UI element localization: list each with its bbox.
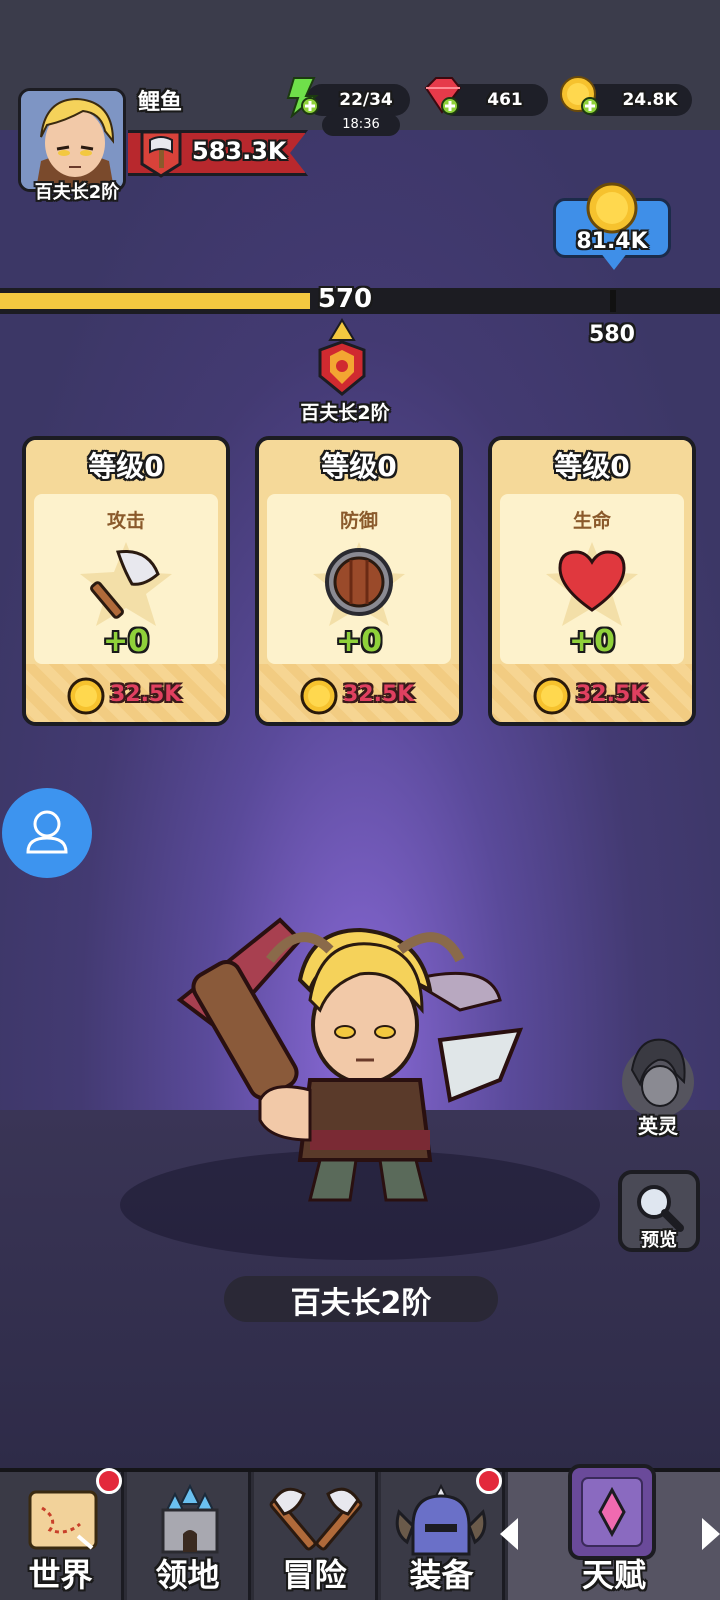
user-icon: [26, 810, 68, 854]
nav-world-badge: [96, 1468, 122, 1494]
gold-coin-icon: [533, 677, 571, 715]
power-axe-icon: [140, 130, 182, 178]
upgrade-card-attack[interactable]: 等级0 攻击 +0 32.5K: [22, 436, 230, 726]
nav-scroll-left-icon[interactable]: [500, 1518, 518, 1550]
card-stat-name: 防御: [339, 510, 378, 532]
gold-coin-icon: [300, 677, 338, 715]
card-stat-name: 攻击: [106, 510, 145, 532]
card-cost: 32.5K: [576, 682, 648, 707]
gold-coin-icon: [67, 677, 105, 715]
nav-label: 装备: [409, 1556, 474, 1594]
stamina-value: 22/34: [339, 90, 393, 110]
gold-add-icon[interactable]: [558, 74, 604, 118]
card-body: 攻击 +0: [34, 494, 218, 664]
shield-icon: [325, 548, 393, 616]
nav-talent[interactable]: 天赋: [508, 1464, 720, 1600]
stamina-add-icon[interactable]: [284, 74, 324, 118]
gems-value: 461: [487, 90, 523, 110]
gold-value: 24.8K: [622, 90, 678, 110]
gem-add-icon[interactable]: [420, 74, 464, 118]
card-cost: 32.5K: [110, 682, 182, 707]
nav-equipment-badge: [476, 1468, 502, 1494]
upgrade-card-health[interactable]: 等级0 生命 +0 32.5K: [488, 436, 696, 726]
rank-progress-next: 580: [589, 322, 635, 347]
upgrade-card-defense[interactable]: 等级0 防御 +0 32.5K: [255, 436, 463, 726]
talent-book-icon: [568, 1464, 656, 1560]
map-scroll-icon: [28, 1490, 98, 1550]
hero-spirit-label: 英灵: [638, 1114, 678, 1138]
nav-label: 领地: [155, 1556, 220, 1594]
gold-collect-amount: 81.4K: [576, 229, 648, 254]
card-level: 等级0: [26, 440, 226, 494]
gold-bubble-tip: [600, 252, 628, 270]
card-cost: 32.5K: [343, 682, 415, 707]
castle-icon: [161, 1483, 219, 1554]
card-body: 生命 +0: [500, 494, 684, 664]
card-bonus: +0: [568, 624, 615, 659]
power-value: 583.3K: [192, 137, 287, 165]
crossed-axes-icon: [269, 1487, 363, 1551]
gold-coin-icon: [586, 182, 638, 234]
axe-icon: [90, 549, 160, 619]
card-level: 等级0: [259, 440, 459, 494]
rank-progress-tick: [610, 290, 616, 312]
nav-scroll-right-icon[interactable]: [702, 1518, 720, 1550]
helmet-icon: [395, 1483, 487, 1556]
card-body: 防御 +0: [267, 494, 451, 664]
nav-territory[interactable]: 领地: [127, 1472, 251, 1600]
card-level: 等级0: [492, 440, 692, 494]
player-rank-title: 百夫长2阶: [34, 182, 120, 203]
rank-emblem-icon: [318, 318, 366, 396]
nav-label: 世界: [28, 1556, 93, 1594]
floating-profile-button[interactable]: [2, 788, 92, 878]
player-name: 鲤鱼: [138, 90, 183, 115]
rank-progress-fill: [0, 293, 310, 309]
rank-progress-current: 570: [317, 284, 373, 314]
nav-label: 天赋: [581, 1556, 646, 1594]
hero-character[interactable]: [160, 900, 540, 1220]
nav-label: 冒险: [282, 1556, 347, 1594]
preview-label: 预览: [641, 1230, 677, 1251]
heart-icon: [558, 550, 626, 612]
card-bonus: +0: [335, 624, 382, 659]
player-avatar[interactable]: [18, 88, 126, 192]
hero-name: 百夫长2阶: [290, 1286, 432, 1321]
card-stat-name: 生命: [572, 510, 611, 532]
nav-adventure[interactable]: 冒险: [254, 1472, 378, 1600]
rank-marker-label: 百夫长2阶: [300, 402, 390, 424]
hero-spirit-button[interactable]: [618, 1030, 698, 1120]
card-bonus: +0: [102, 624, 149, 659]
stamina-timer: 18:36: [322, 114, 400, 136]
hero-portrait-icon: [21, 91, 123, 189]
